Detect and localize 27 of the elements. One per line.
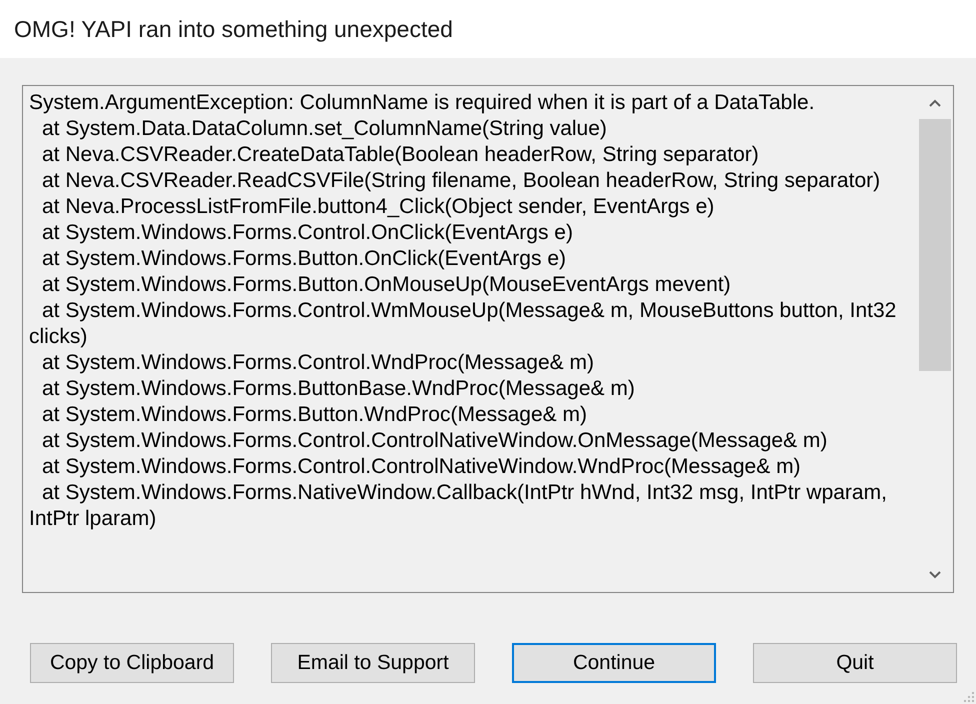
stack-trace-line: IntPtr lparam) [29, 506, 156, 532]
scrollbar-thumb[interactable] [919, 119, 951, 371]
size-grip-icon[interactable] [964, 692, 974, 702]
stack-trace-line: at System.Windows.Forms.Control.ControlNativeWindow.WndProc(Message& m) [42, 454, 801, 480]
scroll-up-icon[interactable] [929, 99, 941, 107]
error-details-field[interactable] [22, 85, 954, 593]
dialog-button[interactable]: Email to Support [271, 643, 475, 683]
dialog-button[interactable]: Copy to Clipboard [30, 643, 234, 683]
stack-trace-line: at System.Windows.Forms.Button.WndProc(Message& m) [42, 402, 587, 428]
stack-trace-line: at System.Windows.Forms.Control.OnClick(EventArgs e) [42, 220, 573, 246]
stack-trace-line: at Neva.ProcessListFromFile.button4_Click(Object sender, EventArgs e) [42, 194, 714, 220]
stack-trace-line: at System.Windows.Forms.Button.OnClick(EventArgs e) [42, 246, 566, 272]
scroll-down-icon[interactable] [929, 571, 941, 579]
stack-trace-line: at System.Windows.Forms.NativeWindow.Callback(IntPtr hWnd, Int32 msg, IntPtr wparam, [42, 480, 887, 506]
stack-trace-line: at System.Windows.Forms.Control.WmMouseUp(Message& m, MouseButtons button, Int32 [42, 298, 896, 324]
window-title: OMG! YAPI ran into something unexpected [14, 16, 453, 42]
stack-trace-line: at System.Windows.Forms.ButtonBase.WndProc(Message& m) [42, 376, 635, 402]
dialog-button[interactable]: Continue [512, 643, 716, 683]
stack-trace-line: at System.Windows.Forms.Control.ControlNativeWindow.OnMessage(Message& m) [42, 428, 828, 454]
stack-trace-line: at Neva.CSVReader.ReadCSVFile(String filename, Boolean headerRow, String separator) [42, 168, 880, 194]
stack-trace-line: at System.Data.DataColumn.set_ColumnName(String value) [42, 116, 607, 142]
dialog-button[interactable]: Quit [753, 643, 957, 683]
stack-trace-line: at Neva.CSVReader.CreateDataTable(Boolean headerRow, String separator) [42, 142, 759, 168]
stack-trace-line: clicks) [29, 324, 88, 350]
stack-trace-line: at System.Windows.Forms.Control.WndProc(Message& m) [42, 350, 594, 376]
stack-trace-line: System.ArgumentException: ColumnName is required when it is part of a DataTable. [29, 90, 815, 116]
stack-trace-line: at System.Windows.Forms.Button.OnMouseUp(MouseEventArgs mevent) [42, 272, 731, 298]
